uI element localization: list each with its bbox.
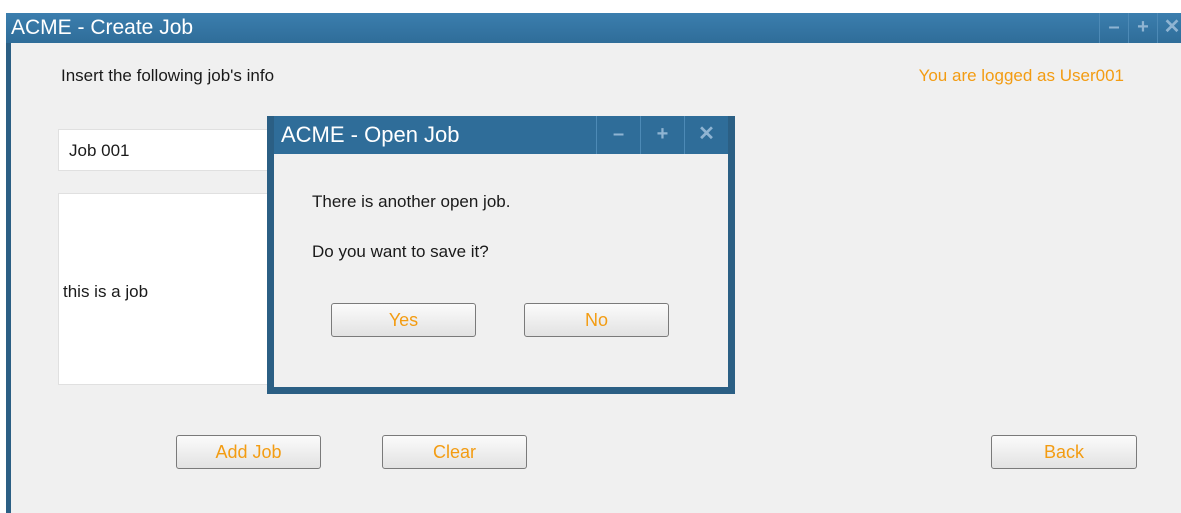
window-titlebar[interactable]: ACME - Create Job – + ✕ [6,13,1181,43]
dialog-body: There is another open job. Do you want t… [274,154,728,387]
dialog-message-line2: Do you want to save it? [312,242,489,261]
dialog-close-icon[interactable]: ✕ [684,116,728,154]
dialog-maximize-icon[interactable]: + [640,116,684,154]
add-job-button[interactable]: Add Job [176,435,321,469]
minimize-icon[interactable]: – [1099,13,1128,43]
yes-button[interactable]: Yes [331,303,476,337]
window-controls: – + ✕ [1099,13,1181,43]
dialog-title: ACME - Open Job [281,122,460,147]
maximize-icon[interactable]: + [1128,13,1157,43]
job-description-field[interactable]: this is a job [58,193,288,385]
job-name-value: Job 001 [69,141,130,160]
clear-button[interactable]: Clear [382,435,527,469]
dialog-message-line1: There is another open job. [312,192,511,211]
window-title: ACME - Create Job [11,16,194,39]
dialog-minimize-icon[interactable]: – [596,116,640,154]
form-instructions: Insert the following job's info [61,66,275,85]
close-icon[interactable]: ✕ [1157,13,1181,43]
open-job-dialog: ACME - Open Job – + ✕ There is another o… [267,116,735,394]
job-name-field[interactable]: Job 001 [58,129,288,171]
no-button[interactable]: No [524,303,669,337]
job-description-value: this is a job [63,282,149,301]
logged-user-label: You are logged as User001 [918,66,1124,85]
dialog-titlebar[interactable]: ACME - Open Job – + ✕ [274,116,728,154]
back-button[interactable]: Back [991,435,1137,469]
dialog-controls: – + ✕ [596,116,728,154]
